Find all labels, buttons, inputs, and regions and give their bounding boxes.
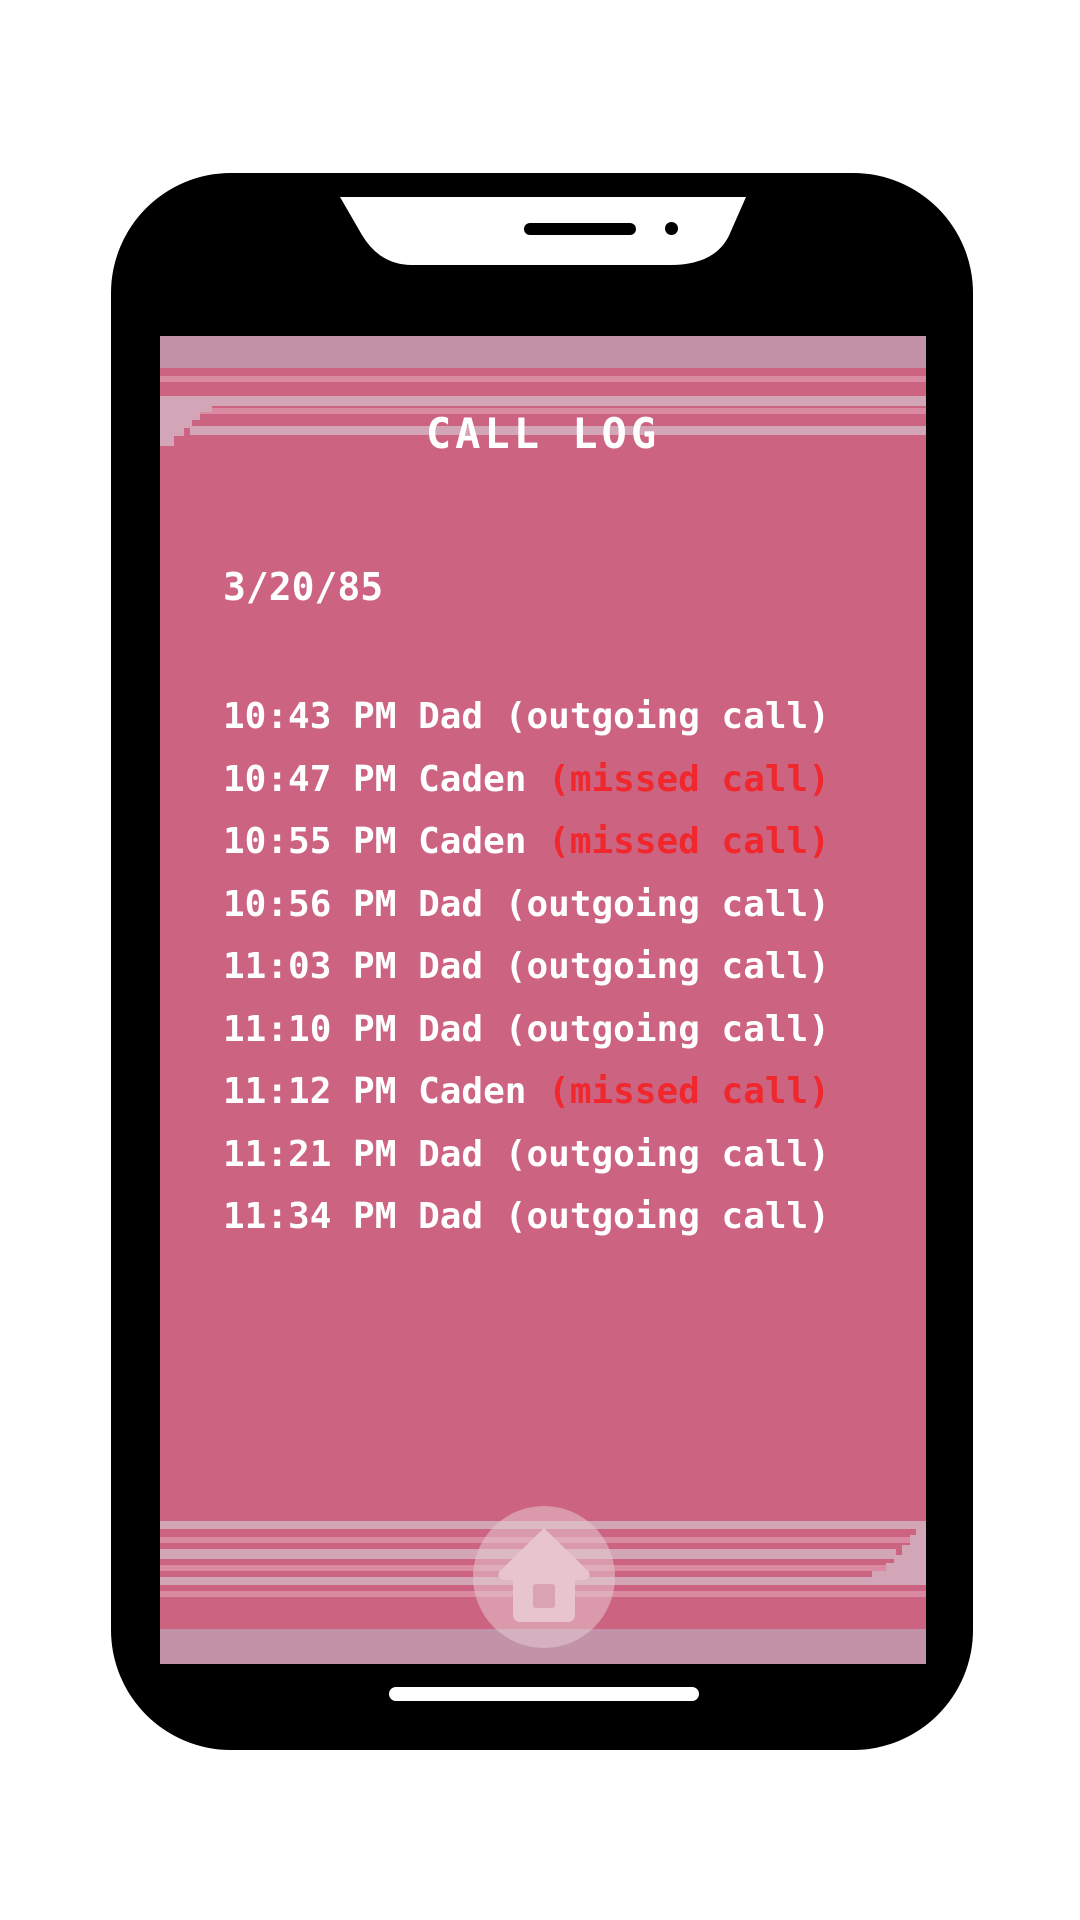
call-time: 11:10 PM <box>223 1008 397 1050</box>
call-contact: Dad <box>418 1133 484 1175</box>
call-contact: Caden <box>418 821 527 862</box>
call-log-entry[interactable]: 11:21 PM Dad (outgoing call) <box>223 1124 830 1187</box>
missed-call-label: (missed call) <box>548 821 830 862</box>
call-log-list: 10:43 PM Dad (outgoing call) 10:47 PM Cad… <box>223 686 830 1249</box>
log-date: 3/20/85 <box>223 565 384 609</box>
call-contact: Dad <box>418 1008 484 1050</box>
call-contact: Dad <box>418 883 484 925</box>
call-time: 11:21 PM <box>223 1133 397 1175</box>
page: CALL LOG 3/20/85 10:43 PM Dad (outgoing … <box>0 0 1080 1920</box>
call-contact: Dad <box>418 696 484 737</box>
outgoing-call-label: (outgoing call) <box>504 1133 830 1175</box>
call-log-entry[interactable]: 10:55 PM Caden (missed call) <box>223 811 830 874</box>
call-time: 10:55 PM <box>223 821 397 862</box>
call-log-entry[interactable]: 10:43 PM Dad (outgoing call) <box>223 686 830 749</box>
outgoing-call-label: (outgoing call) <box>504 1008 830 1050</box>
call-time: 10:47 PM <box>223 758 397 800</box>
call-log-entry[interactable]: 11:10 PM Dad (outgoing call) <box>223 999 830 1062</box>
home-indicator-bar[interactable] <box>389 1687 699 1701</box>
call-log-entry[interactable]: 10:56 PM Dad (outgoing call) <box>223 874 830 937</box>
call-time: 11:03 PM <box>223 946 397 987</box>
call-log-entry[interactable]: 10:47 PM Caden (missed call) <box>223 749 830 812</box>
front-camera <box>665 222 678 235</box>
call-contact: Caden <box>418 1071 527 1112</box>
call-log-entry[interactable]: 11:12 PM Caden (missed call) <box>223 1061 830 1124</box>
call-time: 11:34 PM <box>223 1196 397 1237</box>
call-contact: Dad <box>418 1196 484 1237</box>
call-time: 11:12 PM <box>223 1071 397 1112</box>
missed-call-label: (missed call) <box>548 1071 830 1112</box>
outgoing-call-label: (outgoing call) <box>504 696 830 737</box>
call-time: 10:56 PM <box>223 883 397 925</box>
earpiece-speaker <box>524 223 636 235</box>
outgoing-call-label: (outgoing call) <box>504 946 830 987</box>
call-time: 10:43 PM <box>223 696 397 737</box>
home-icon <box>498 1528 590 1622</box>
outgoing-call-label: (outgoing call) <box>504 883 830 925</box>
page-title: CALL LOG <box>425 409 661 458</box>
call-contact: Dad <box>418 946 484 987</box>
call-log-entry[interactable]: 11:03 PM Dad (outgoing call) <box>223 936 830 999</box>
missed-call-label: (missed call) <box>548 758 830 800</box>
call-contact: Caden <box>418 758 527 800</box>
outgoing-call-label: (outgoing call) <box>504 1196 830 1237</box>
call-log-entry[interactable]: 11:34 PM Dad (outgoing call) <box>223 1186 830 1249</box>
phone-screen: CALL LOG 3/20/85 10:43 PM Dad (outgoing … <box>160 336 926 1664</box>
home-button[interactable] <box>473 1506 615 1648</box>
